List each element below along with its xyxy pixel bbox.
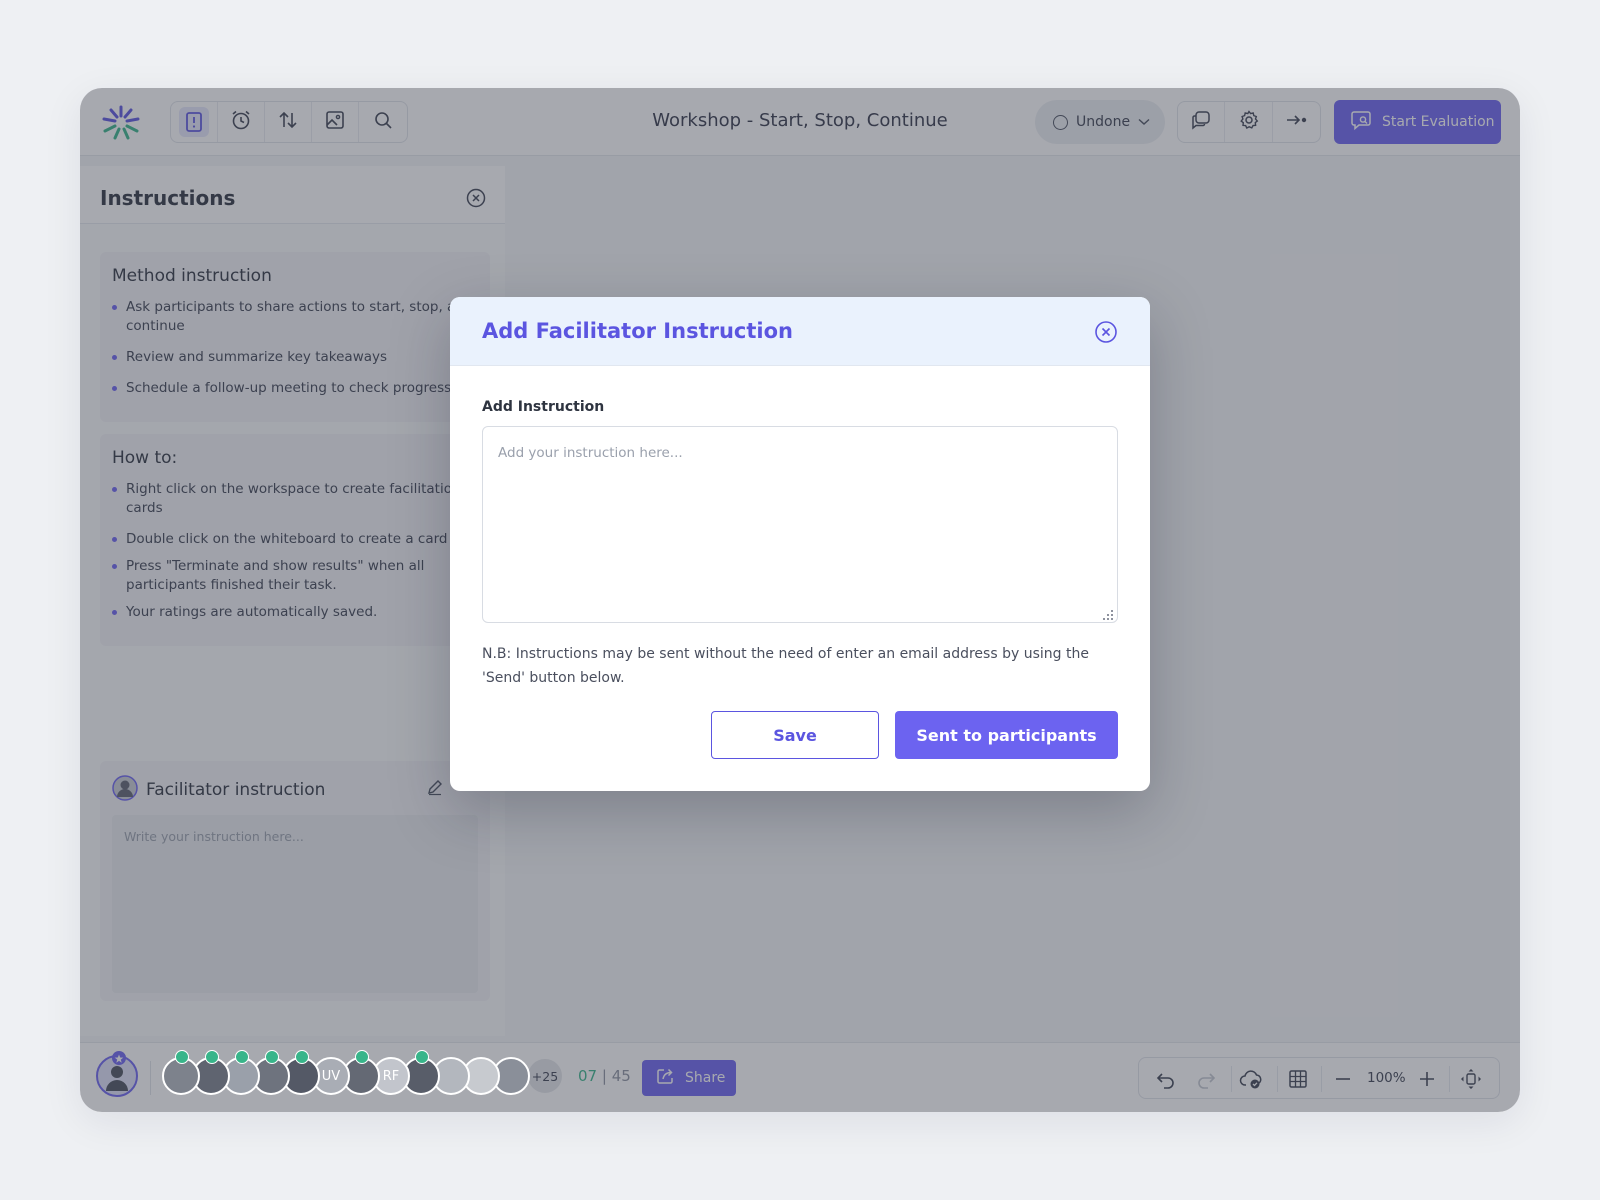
avatar-initials: UV	[321, 1068, 341, 1084]
send-note: N.B: Instructions may be sent without th…	[482, 646, 1089, 686]
check-badge-icon	[175, 1050, 189, 1064]
check-badge-icon	[205, 1050, 219, 1064]
avatar-initials: RF	[382, 1068, 400, 1084]
check-badge-icon	[235, 1050, 249, 1064]
send-to-participants-button[interactable]: Sent to participants	[895, 711, 1118, 759]
check-badge-icon	[415, 1050, 429, 1064]
participant-avatar[interactable]	[162, 1050, 200, 1095]
add-facilitator-instruction-dialog: Add Facilitator Instruction Add Instruct…	[450, 297, 1150, 791]
instruction-textarea[interactable]	[482, 426, 1118, 623]
dialog-title: Add Facilitator Instruction	[482, 319, 793, 343]
check-badge-icon	[295, 1050, 309, 1064]
dialog-header: Add Facilitator Instruction	[450, 297, 1150, 366]
instruction-field-label: Add Instruction	[482, 399, 605, 415]
check-badge-icon	[355, 1050, 369, 1064]
close-icon[interactable]	[1094, 320, 1118, 348]
resize-handle-icon[interactable]	[1102, 606, 1114, 625]
check-badge-icon	[265, 1050, 279, 1064]
save-button[interactable]: Save	[711, 711, 879, 759]
